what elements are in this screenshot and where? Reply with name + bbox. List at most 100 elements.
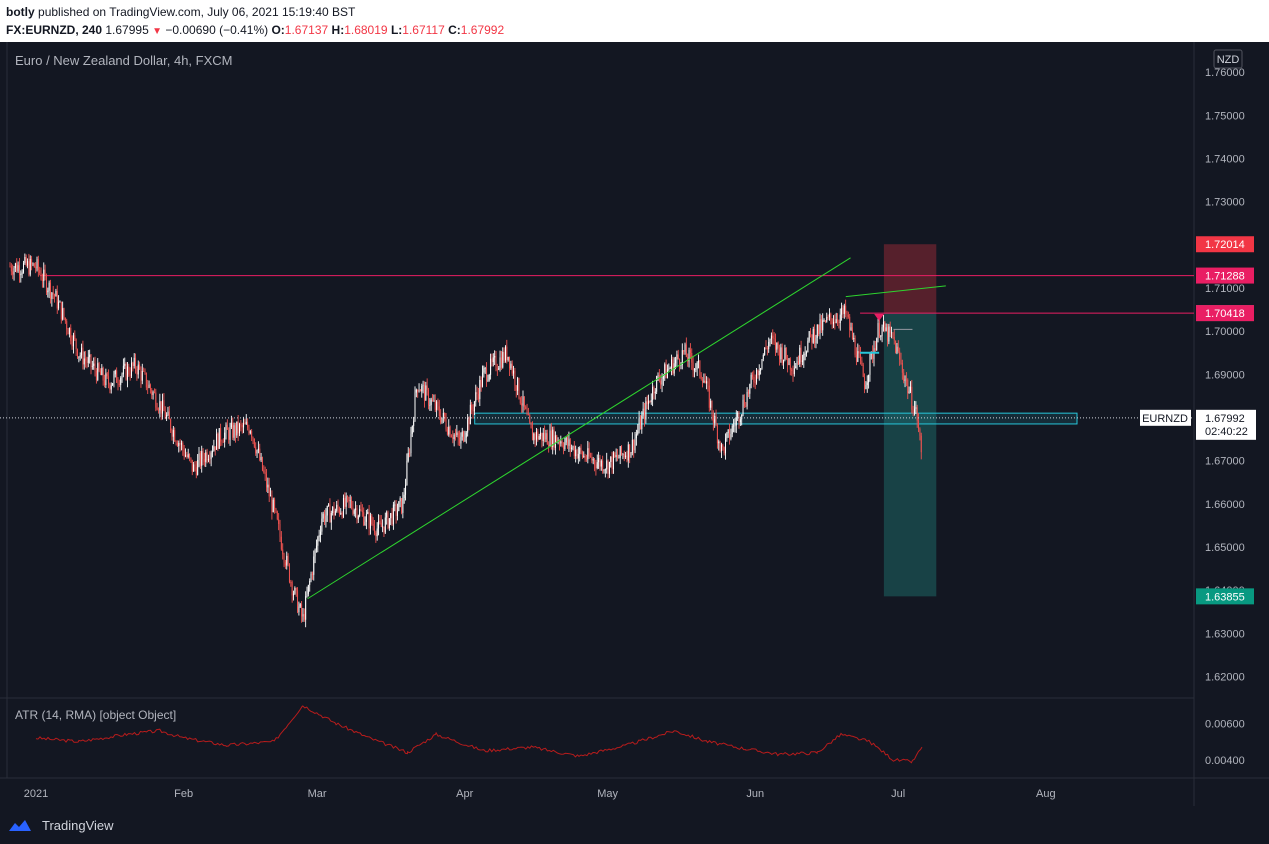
candle-body [903,372,905,381]
candle-body [318,535,320,538]
candle-body [764,347,766,355]
open-value: 1.67137 [284,23,329,37]
candle-body [275,508,277,512]
low-label: L: [390,23,403,37]
candle-body [23,263,24,273]
symbol-ohlc: FX:EURNZD, 240 1.67995 ▼ −0.00690 (−0.41… [6,23,504,37]
candle-body [882,321,884,328]
candle-body [367,512,369,514]
candle-body [683,350,685,352]
candle-body [664,364,666,375]
candle-body [361,510,363,513]
candle-body [359,509,361,516]
candle-body [692,362,694,371]
chart-canvas[interactable]: 1.760001.750001.740001.730001.720001.710… [0,42,1269,806]
candle-body [730,433,732,439]
candle-body [237,421,239,434]
candle-body [50,282,51,299]
candle-body [851,327,853,340]
candle-body [473,401,475,412]
candle-body [644,408,645,420]
candle-body [639,418,641,430]
candle-body [425,385,427,401]
candle-body [747,391,749,394]
candle-body [224,432,226,443]
last-price-label: 1.6799202:40:22 [1196,409,1256,440]
candle-body [916,407,918,421]
candle-body [295,587,297,591]
candle-body [58,301,60,309]
candle-body [353,510,355,514]
candle-body [382,526,384,528]
candle-body [525,406,527,409]
candle-body [166,415,168,419]
candle-body [653,386,655,394]
candle-body [390,513,392,519]
candle-body [598,457,600,463]
candle-body [689,349,691,354]
candle-body [837,319,839,322]
candle-body [776,342,778,350]
candle-body [64,317,66,322]
candle-body [163,400,165,412]
candle-body [515,385,517,391]
candle-body [855,354,857,362]
candle-body [355,508,357,511]
candle-body [706,381,708,384]
candle-body [729,429,731,439]
price-label-stop: 1.72014 [1196,236,1254,253]
candle-body [62,308,64,320]
candle-body [72,335,74,347]
candle-body [86,360,88,363]
candle-body [816,324,818,338]
candle-body [113,374,115,384]
candle-body [405,485,407,495]
candle-body [247,421,249,428]
candle-body [649,400,651,402]
candle-body [328,504,330,506]
candle-body [287,555,289,565]
candle-body [843,305,845,314]
candle-body [24,256,26,264]
down-arrow-icon: ▼ [152,26,163,37]
candle-body [413,421,415,426]
time-tick-label: Feb [174,788,193,800]
candle-body [97,363,99,380]
candle-body [112,383,114,386]
candle-body [696,362,698,369]
candle-body [565,437,567,443]
open-label: O: [271,23,285,37]
candle-body [892,332,894,338]
price-label-text: 1.72014 [1205,239,1245,251]
brand-text: TradingView [42,818,114,833]
candle-body [338,508,340,514]
candle-body [126,366,128,380]
candle-body [461,431,463,437]
candle-body [17,265,19,272]
candle-body [340,512,342,514]
candle-body [895,340,897,354]
candle-body [669,368,671,369]
candle-body [379,520,381,523]
candle-body [51,292,53,299]
candle-body [301,604,303,617]
candle-body [484,368,486,370]
candle-body [783,359,785,364]
candle-body [554,435,556,448]
candle-body [602,460,604,472]
candle-body [676,354,678,360]
candle-body [607,460,609,474]
candle-body [375,532,377,537]
trendline-1[interactable] [307,257,851,600]
take-profit-zone [883,313,937,597]
candle-body [364,521,366,526]
candle-body [648,400,650,405]
author-name[interactable]: botly [6,5,35,19]
candle-body [310,573,312,581]
candle-body [626,455,628,461]
candle-body [661,378,663,385]
candle-body [44,269,46,277]
candle-body [915,407,917,409]
candle-body [519,397,521,404]
candle-body [209,458,211,460]
